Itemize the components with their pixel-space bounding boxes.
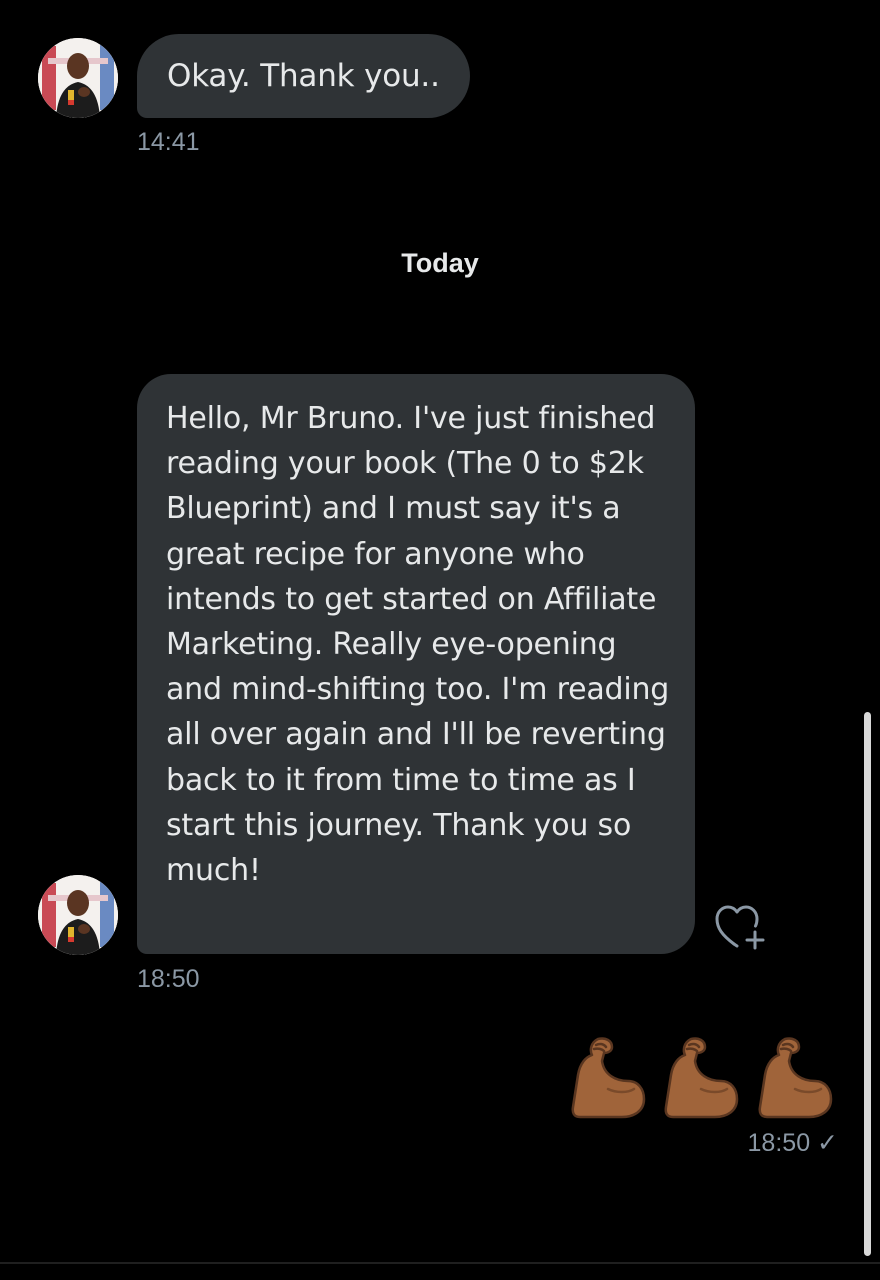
check-icon: ✓ xyxy=(817,1129,838,1157)
sent-message-meta: 18:50 ✓ xyxy=(748,1128,838,1158)
avatar-image xyxy=(38,875,118,955)
flexed-biceps-icon xyxy=(755,1035,833,1121)
scrollbar[interactable] xyxy=(864,712,871,1256)
message-timestamp: 14:41 xyxy=(137,128,200,156)
message-timestamp: 18:50 xyxy=(137,965,200,993)
add-reaction-button[interactable] xyxy=(712,900,772,956)
avatar-image xyxy=(38,38,118,118)
message-text: Hello, Mr Bruno. I've just finished read… xyxy=(166,401,670,889)
message-bubble[interactable]: Okay. Thank you.. xyxy=(137,34,470,118)
flexed-biceps-icon xyxy=(661,1035,739,1121)
message-bubble[interactable]: Hello, Mr Bruno. I've just finished read… xyxy=(137,374,695,954)
avatar[interactable] xyxy=(38,38,118,118)
heart-plus-icon xyxy=(715,905,765,950)
avatar[interactable] xyxy=(38,875,118,955)
divider xyxy=(0,1262,880,1264)
message-text: Okay. Thank you.. xyxy=(167,58,440,94)
flexed-biceps-icon xyxy=(568,1035,646,1121)
day-separator: Today xyxy=(401,248,479,278)
message-timestamp: 18:50 xyxy=(747,1129,811,1157)
sent-message[interactable] xyxy=(565,1035,840,1125)
